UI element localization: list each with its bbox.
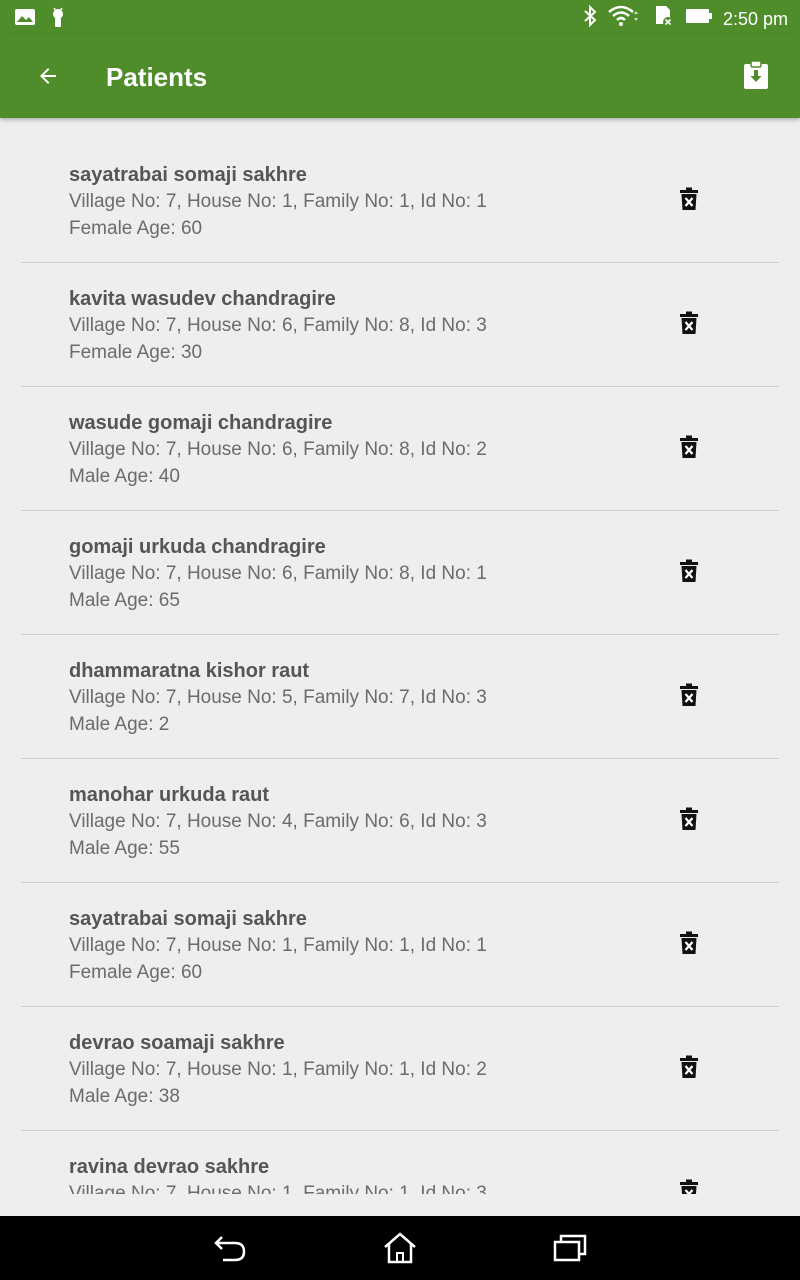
delete-button[interactable] [677, 1053, 701, 1081]
status-right-icons: 2:50 pm [583, 4, 788, 33]
system-nav-bar [0, 1216, 800, 1280]
patient-row[interactable]: wasude gomaji chandragire Village No: 7,… [21, 387, 779, 511]
delete-button[interactable] [677, 681, 701, 709]
delete-icon [680, 187, 698, 210]
patient-info: Village No: 7, House No: 1, Family No: 1… [69, 191, 487, 212]
patient-gender-age: Male Age: 40 [69, 466, 180, 487]
patient-name: gomaji urkuda chandragire [69, 536, 326, 558]
delete-icon [680, 435, 698, 458]
patient-info: Village No: 7, House No: 1, Family No: 1… [69, 935, 487, 956]
delete-button[interactable] [677, 1177, 701, 1194]
patient-row[interactable]: devrao soamaji sakhre Village No: 7, Hou… [21, 1007, 779, 1131]
patient-info: Village No: 7, House No: 1, Family No: 1… [69, 1059, 487, 1080]
patient-row[interactable]: gomaji urkuda chandragire Village No: 7,… [21, 511, 779, 635]
patient-row[interactable]: kavita wasudev chandragire Village No: 7… [21, 263, 779, 387]
page-title: Patients [106, 62, 208, 92]
patient-info: Village No: 7, House No: 1, Family No: 1… [69, 1183, 487, 1194]
patient-gender-age: Female Age: 60 [69, 218, 203, 239]
patient-gender-age: Female Age: 30 [69, 342, 203, 363]
nav-recents-button[interactable] [550, 1230, 590, 1266]
patient-row[interactable]: sayatrabai somaji sakhre Village No: 7, … [21, 883, 779, 1007]
delete-button[interactable] [677, 309, 701, 337]
patient-info: Village No: 7, House No: 6, Family No: 8… [69, 315, 487, 336]
status-left-icons [14, 6, 66, 33]
nav-back-button[interactable] [210, 1230, 250, 1266]
clipboard-download-icon [744, 60, 768, 89]
status-bar: 2:50 pm [0, 0, 800, 34]
bluetooth-icon [583, 4, 597, 33]
arrow-back-icon [40, 68, 56, 84]
delete-button[interactable] [677, 185, 701, 213]
patient-name: manohar urkuda raut [69, 784, 270, 806]
patient-row[interactable]: sayatrabai somaji sakhre Village No: 7, … [21, 139, 779, 263]
patient-row[interactable]: manohar urkuda raut Village No: 7, House… [21, 759, 779, 883]
status-time: 2:50 pm [722, 8, 788, 29]
nav-recents-icon [553, 1234, 587, 1262]
nav-back-icon [214, 1236, 246, 1262]
delete-button[interactable] [677, 929, 701, 957]
delete-icon [680, 1055, 698, 1078]
patient-name: sayatrabai somaji sakhre [69, 908, 307, 930]
patient-gender-age: Female Age: 60 [69, 962, 203, 983]
delete-icon [680, 559, 698, 582]
patient-info: Village No: 7, House No: 6, Family No: 8… [69, 439, 487, 460]
patient-name: sayatrabai somaji sakhre [69, 164, 307, 186]
nav-home-button[interactable] [380, 1230, 420, 1266]
battery-icon [685, 6, 713, 31]
patient-gender-age: Male Age: 55 [69, 838, 180, 859]
delete-button[interactable] [677, 433, 701, 461]
delete-button[interactable] [677, 805, 701, 833]
patient-info: Village No: 7, House No: 6, Family No: 8… [69, 563, 487, 584]
delete-button[interactable] [677, 557, 701, 585]
patient-list-inner: sayatrabai somaji sakhre Village No: 7, … [0, 139, 800, 1194]
app-bar: Patients [0, 34, 800, 118]
delete-icon [680, 683, 698, 706]
patient-name: kavita wasudev chandragire [69, 288, 336, 310]
patient-name: wasude gomaji chandragire [69, 412, 333, 434]
delete-icon [680, 311, 698, 334]
patient-row[interactable]: ravina devrao sakhre Village No: 7, Hous… [21, 1131, 779, 1194]
patient-name: dhammaratna kishor raut [69, 660, 310, 682]
android-debug-icon [50, 6, 66, 33]
delete-icon [680, 807, 698, 830]
sd-card-icon [651, 4, 675, 33]
wifi-icon [607, 4, 641, 33]
patient-gender-age: Male Age: 65 [69, 590, 180, 611]
download-button[interactable] [740, 58, 772, 92]
patient-gender-age: Male Age: 38 [69, 1086, 180, 1107]
gallery-icon [14, 8, 36, 31]
patient-info: Village No: 7, House No: 4, Family No: 6… [69, 811, 487, 832]
nav-home-icon [384, 1232, 416, 1264]
delete-icon [680, 931, 698, 954]
patient-name: devrao soamaji sakhre [69, 1032, 285, 1054]
patient-name: ravina devrao sakhre [69, 1156, 270, 1178]
delete-icon [680, 1179, 698, 1194]
patient-list[interactable]: sayatrabai somaji sakhre Village No: 7, … [0, 118, 800, 1194]
patient-gender-age: Male Age: 2 [69, 714, 170, 735]
patient-row[interactable]: dhammaratna kishor raut Village No: 7, H… [21, 635, 779, 759]
patient-info: Village No: 7, House No: 5, Family No: 7… [69, 687, 487, 708]
back-button[interactable] [30, 58, 66, 94]
